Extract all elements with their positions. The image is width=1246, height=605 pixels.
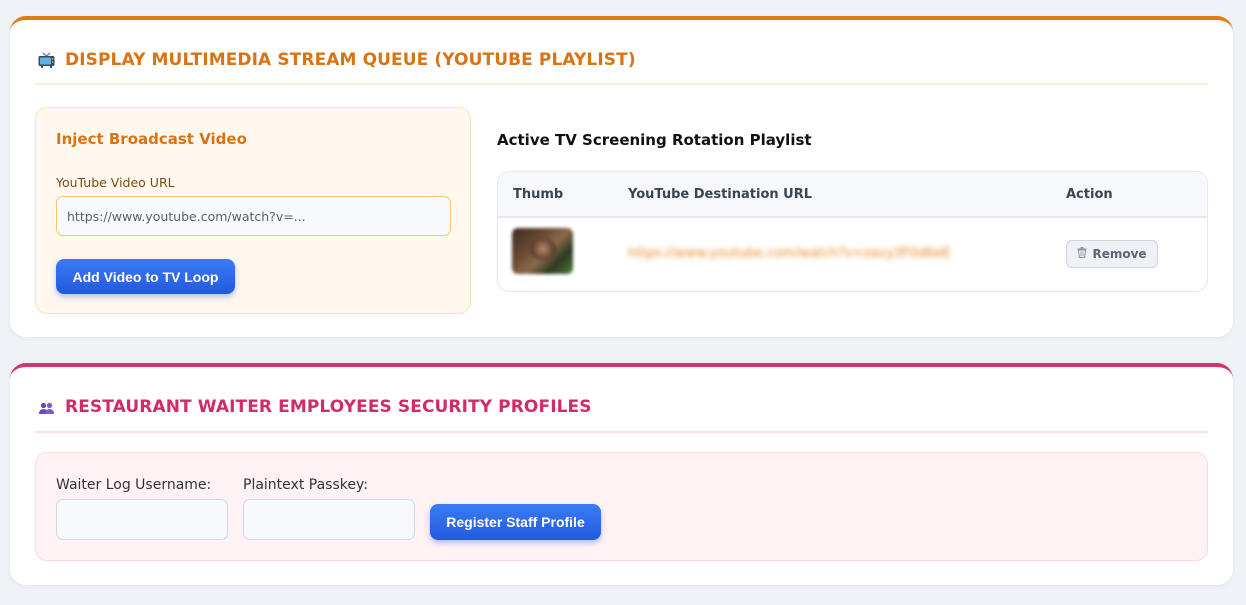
youtube-url-label: YouTube Video URL (56, 175, 175, 190)
tv-icon (38, 52, 55, 69)
passkey-label: Plaintext Passkey: (243, 477, 368, 493)
register-staff-button[interactable]: Register Staff Profile (430, 504, 601, 540)
passkey-input[interactable] (243, 499, 415, 540)
username-input[interactable] (56, 499, 228, 540)
youtube-url-input[interactable] (56, 196, 451, 236)
youtube-card-title: DISPLAY MULTIMEDIA STREAM QUEUE (YOUTUBE… (38, 50, 636, 70)
video-url-link[interactable]: https://www.youtube.com/watch?v=zavy3F0d… (628, 246, 951, 261)
inject-video-panel: Inject Broadcast Video YouTube Video URL… (35, 107, 471, 314)
youtube-card-title-text: DISPLAY MULTIMEDIA STREAM QUEUE (YOUTUBE… (65, 50, 636, 70)
column-header-url: YouTube Destination URL (628, 187, 813, 202)
staff-card-title-text: RESTAURANT WAITER EMPLOYEES SECURITY PRO… (65, 397, 592, 417)
column-header-thumb: Thumb (513, 187, 564, 202)
staff-profiles-card: RESTAURANT WAITER EMPLOYEES SECURITY PRO… (10, 363, 1233, 585)
title-divider (35, 83, 1208, 85)
trash-icon (1077, 247, 1087, 261)
playlist-heading: Active TV Screening Rotation Playlist (497, 131, 812, 149)
add-video-button[interactable]: Add Video to TV Loop (56, 259, 235, 294)
video-thumbnail (512, 228, 573, 274)
remove-video-button[interactable]: Remove (1066, 240, 1158, 268)
youtube-playlist-card: DISPLAY MULTIMEDIA STREAM QUEUE (YOUTUBE… (10, 16, 1233, 337)
users-icon (38, 399, 55, 416)
staff-card-title: RESTAURANT WAITER EMPLOYEES SECURITY PRO… (38, 397, 592, 417)
title-divider (35, 431, 1208, 433)
playlist-table: Thumb YouTube Destination URL Action htt… (497, 171, 1208, 292)
playlist-table-header: Thumb YouTube Destination URL Action (498, 172, 1207, 218)
column-header-action: Action (1066, 187, 1113, 202)
staff-register-form: Waiter Log Username: Plaintext Passkey: … (35, 452, 1208, 561)
username-label: Waiter Log Username: (56, 477, 212, 493)
remove-label: Remove (1092, 247, 1147, 261)
inject-heading: Inject Broadcast Video (56, 130, 247, 148)
